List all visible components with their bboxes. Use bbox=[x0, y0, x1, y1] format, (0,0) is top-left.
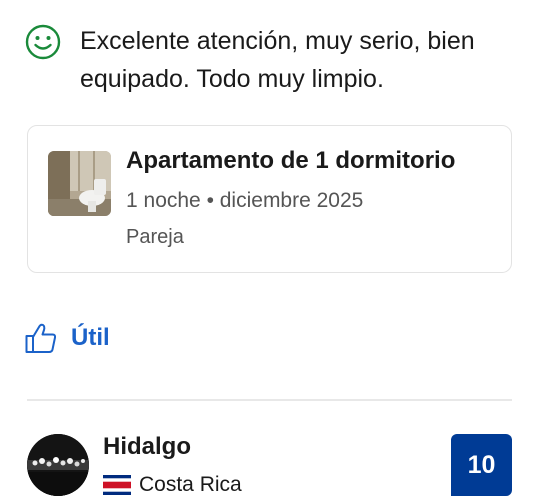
room-type-title: Apartamento de 1 dormitorio bbox=[126, 147, 456, 174]
positive-review-text: Excelente atención, muy serio, bien equi… bbox=[80, 27, 475, 93]
review-score-badge: 10 bbox=[451, 434, 512, 496]
review-divider bbox=[27, 399, 512, 401]
helpful-button[interactable]: Útil bbox=[24, 318, 110, 358]
stay-duration-date: 1 noche • diciembre 2025 bbox=[126, 189, 364, 212]
thumbs-up-icon bbox=[25, 323, 57, 353]
smile-icon bbox=[25, 24, 61, 60]
stay-details-card: Apartamento de 1 dormitorio 1 noche • di… bbox=[27, 125, 512, 273]
traveler-type: Pareja bbox=[126, 226, 184, 248]
room-thumbnail bbox=[48, 151, 111, 216]
reviewer-avatar bbox=[27, 434, 89, 496]
country-name: Costa Rica bbox=[139, 473, 242, 496]
reviewer-country: Costa Rica bbox=[103, 473, 242, 497]
costa-rica-flag-icon bbox=[103, 475, 131, 495]
helpful-label: Útil bbox=[71, 324, 110, 351]
reviewer-name: Hidalgo bbox=[103, 433, 191, 460]
